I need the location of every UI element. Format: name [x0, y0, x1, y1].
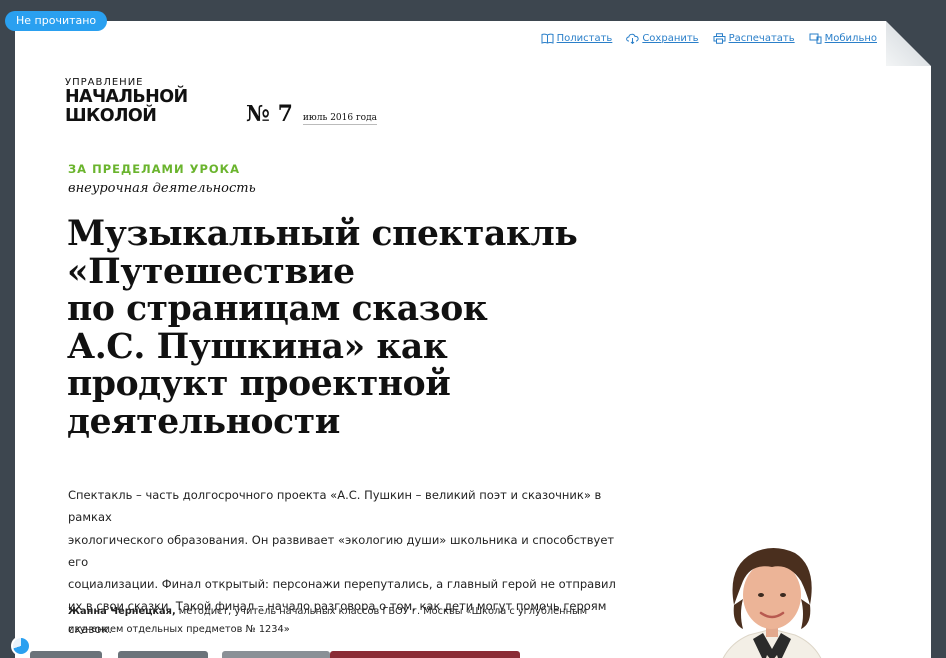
bottom-tab-2[interactable]: [118, 651, 208, 658]
bottom-tab-1[interactable]: [30, 651, 102, 658]
article-subrubric: внеурочная деятельность: [68, 181, 256, 196]
author-description-cont: изучением отдельных предметов № 1234»: [68, 623, 290, 635]
logo-line-2: НАЧАЛЬНОЙ: [65, 87, 188, 107]
lead-line: социализации. Финал открытый: персонажи …: [68, 577, 616, 592]
logo-line-3: ШКОЛОЙ: [65, 106, 157, 126]
page-corner-fold: [886, 21, 931, 66]
book-icon: [541, 33, 554, 44]
title-line: деятельности: [67, 401, 340, 442]
read-label: Полистать: [556, 33, 613, 44]
read-button[interactable]: Полистать: [541, 33, 613, 44]
mobile-label: Мобильно: [824, 33, 877, 44]
title-line: Музыкальный спектакль: [67, 214, 578, 254]
article-page: Полистать Сохранить Распечатать Мобильно…: [15, 21, 931, 658]
bottom-tab-4[interactable]: [330, 651, 520, 658]
print-button[interactable]: Распечатать: [713, 33, 795, 44]
article-rubric: ЗА ПРЕДЕЛАМИ УРОКА: [68, 162, 240, 176]
cloud-download-icon: [626, 33, 639, 44]
author-description: методист, учитель начальных классов ГБОУ…: [175, 606, 588, 617]
printer-icon: [713, 33, 726, 44]
lead-line: Спектакль – часть долгосрочного проекта …: [68, 488, 602, 525]
print-label: Распечатать: [728, 33, 795, 44]
author-info: Жанна Чернецкая, методист, учитель начал…: [68, 603, 588, 638]
journal-logo[interactable]: УПРАВЛЕНИЕ НАЧАЛЬНОЙ ШКОЛОЙ: [65, 77, 188, 126]
loading-spinner-icon: [11, 636, 31, 656]
article-title: Музыкальный спектакль «Путешествие по ст…: [67, 214, 587, 442]
devices-icon: [809, 33, 822, 44]
author-photo: [722, 548, 822, 658]
unread-badge[interactable]: Не прочитано: [5, 11, 108, 31]
issue-date[interactable]: июль 2016 года: [302, 113, 378, 125]
save-label: Сохранить: [642, 33, 699, 44]
issue-number: № 7: [246, 101, 293, 127]
issue-info: № 7 июль 2016 года: [246, 101, 378, 127]
title-line: А.С. Пушкина» как: [67, 326, 448, 367]
save-button[interactable]: Сохранить: [626, 33, 699, 44]
title-line: по страницам сказок: [67, 289, 488, 329]
title-line: продукт проектной: [67, 364, 451, 404]
mobile-button[interactable]: Мобильно: [809, 33, 877, 44]
article-toolbar: Полистать Сохранить Распечатать Мобильно: [541, 33, 877, 44]
bottom-tab-3[interactable]: [222, 651, 330, 658]
title-line: «Путешествие: [67, 251, 355, 292]
lead-line: экологического образования. Он развивает…: [68, 532, 615, 569]
author-name: Жанна Чернецкая,: [68, 606, 176, 617]
